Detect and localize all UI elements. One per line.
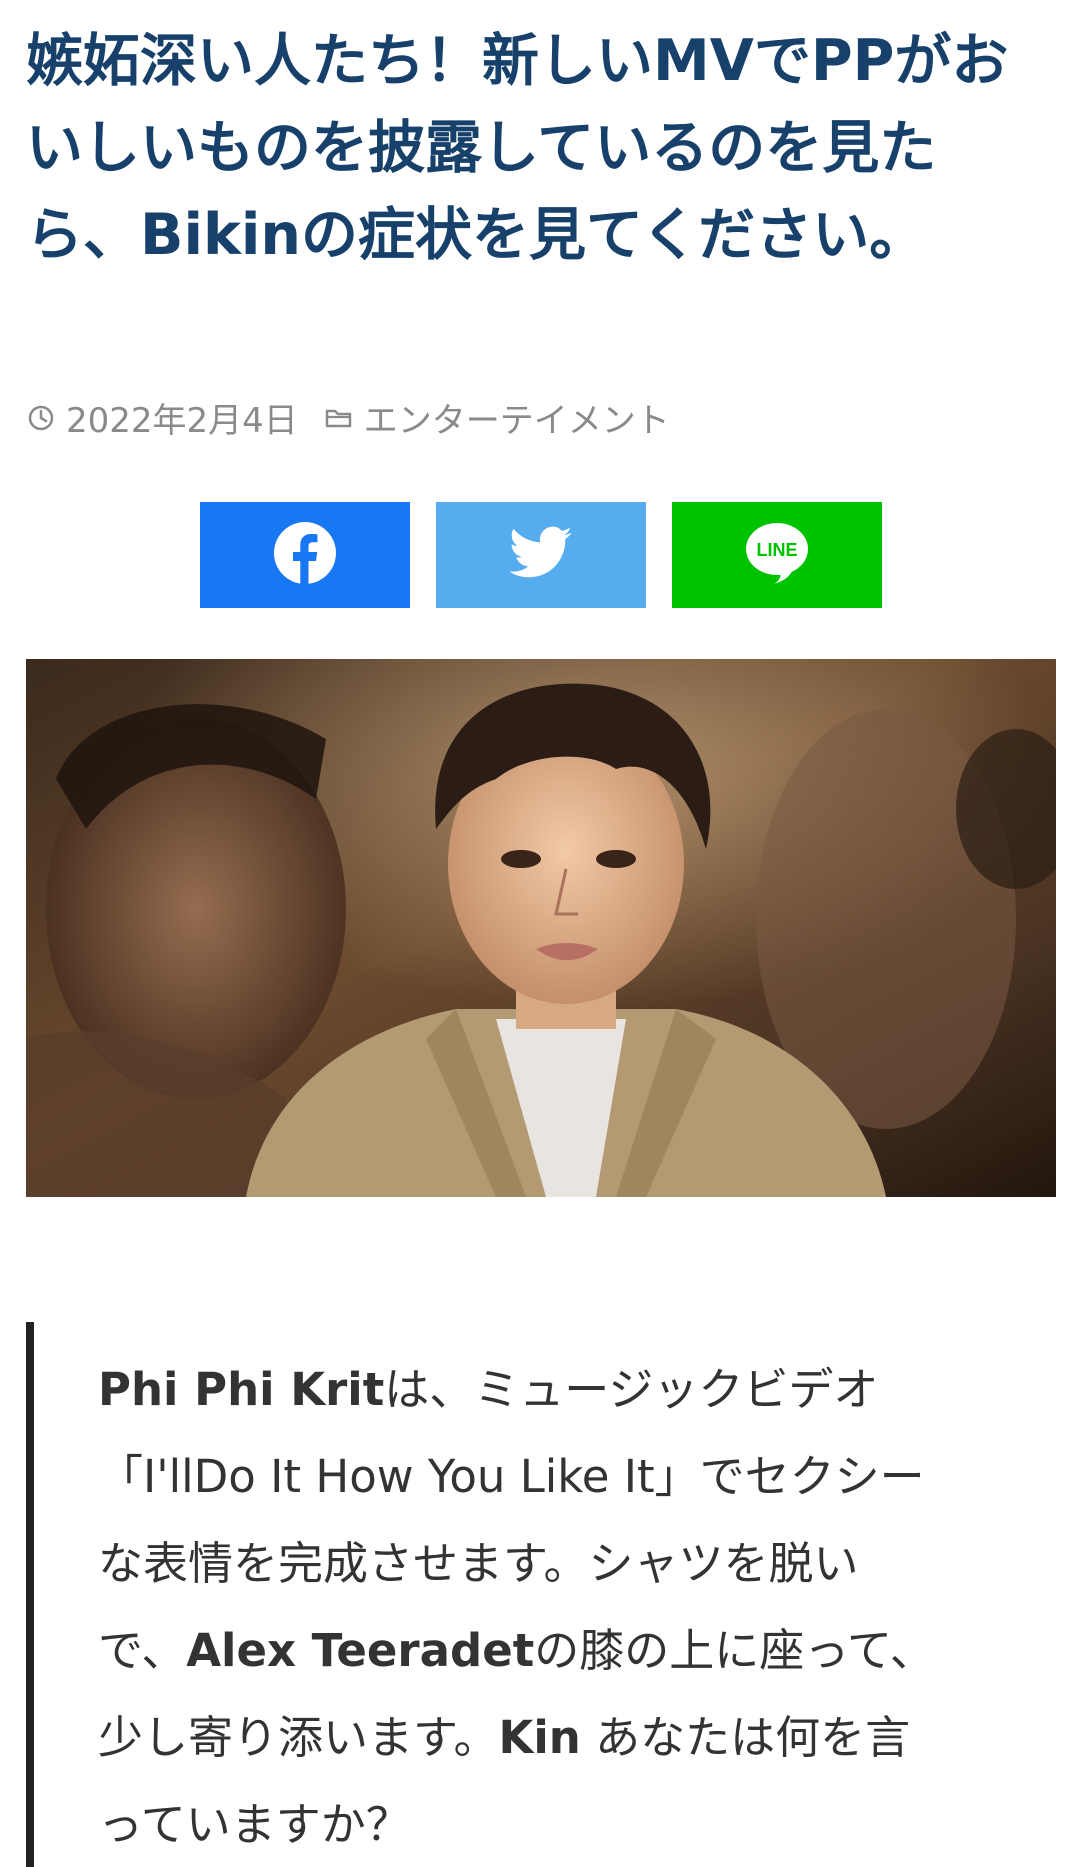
twitter-share-button[interactable] <box>436 502 646 608</box>
category-link[interactable]: エンターテイメント <box>364 393 670 442</box>
article-hero-image <box>26 659 1056 1197</box>
body-text-line: な表情を完成させます。シャツを脱い <box>98 1537 859 1590</box>
body-text-line: で、 <box>98 1624 187 1677</box>
article-title: 嫉妬深い人たち！新しいMVでPPがおいしいものを披露しているのを見たら、Biki… <box>26 28 1009 268</box>
music-video-still <box>26 659 1056 1197</box>
person-name: Kin <box>498 1711 581 1764</box>
facebook-icon <box>273 521 337 589</box>
body-text-line: 少し寄り添います。 <box>98 1711 499 1764</box>
article-meta: 2022年2月4日 エンターテイメント <box>26 392 670 442</box>
body-text-line: っていますか？ <box>98 1798 411 1851</box>
article-body-text: Phi Phi Kritは、ミュージックビデオ「I'llDo It How Yo… <box>98 1346 1058 1867</box>
article-page: 嫉妬深い人たち！新しいMVでPPがおいしいものを披露しているのを見たら、Biki… <box>0 0 1080 1867</box>
subject-name: Phi Phi Krit <box>98 1363 385 1416</box>
share-buttons: LINE <box>200 502 882 608</box>
line-icon: LINE <box>744 521 810 589</box>
line-share-button[interactable]: LINE <box>672 502 882 608</box>
facebook-share-button[interactable] <box>200 502 410 608</box>
folder-icon <box>324 402 354 432</box>
body-text-line: あなたは何を言 <box>580 1711 911 1764</box>
clock-icon <box>26 402 56 432</box>
line-logo-text: LINE <box>756 540 797 560</box>
article-blockquote: Phi Phi Kritは、ミュージックビデオ「I'llDo It How Yo… <box>26 1322 1056 1867</box>
person-name: Alex Teeradet <box>186 1624 535 1677</box>
twitter-icon <box>509 526 573 584</box>
mv-title-text: 「I'llDo It How You Like It」でセクシー <box>98 1450 925 1503</box>
body-text-line: は、ミュージックビデオ <box>384 1363 879 1416</box>
body-text-line: の膝の上に座って、 <box>534 1624 935 1677</box>
publish-date: 2022年2月4日 <box>66 400 298 441</box>
